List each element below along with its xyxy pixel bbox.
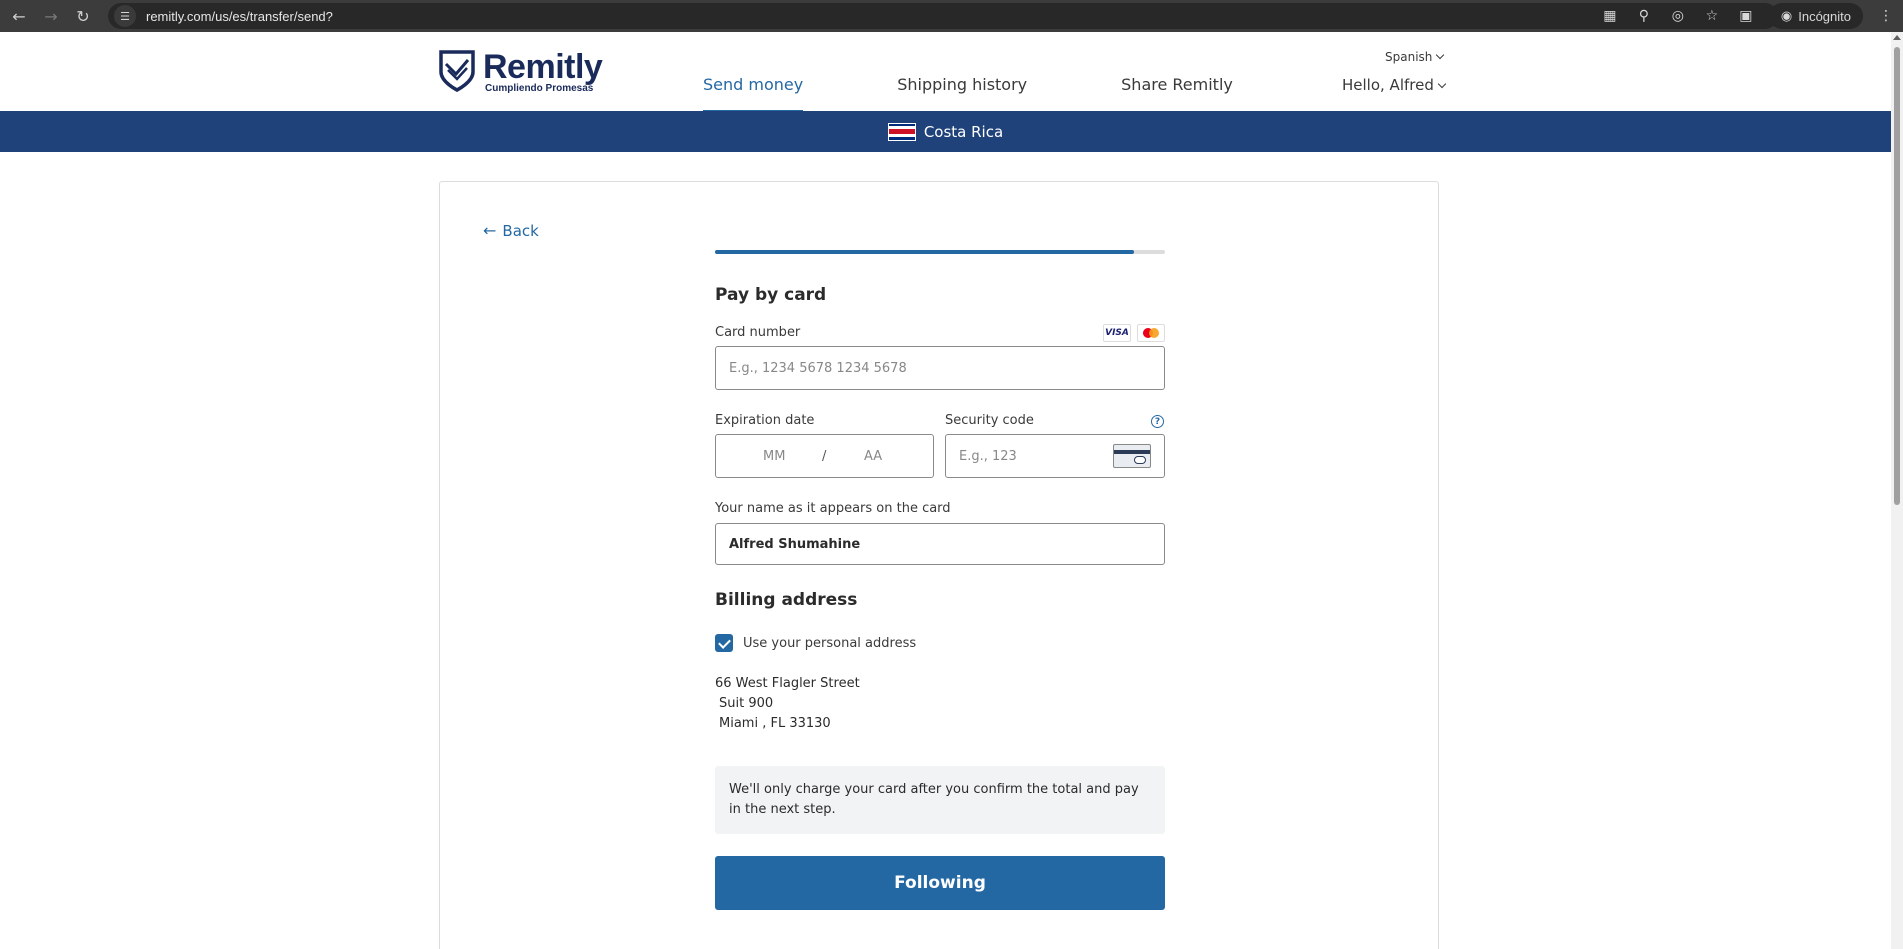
incognito-icon: ◉ <box>1780 8 1793 23</box>
charge-notice: We'll only charge your card after you co… <box>715 766 1165 834</box>
brand-tagline: Cumpliendo Promesas <box>485 83 594 94</box>
scroll-up-icon[interactable] <box>1893 35 1901 40</box>
card-number-label: Card number <box>715 325 801 340</box>
billing-address-title: Billing address <box>715 590 858 610</box>
chevron-down-icon <box>1437 79 1447 89</box>
cvv-card-icon <box>1113 444 1151 468</box>
incognito-badge[interactable]: ◉ Incógnito <box>1768 3 1863 29</box>
scrollbar-thumb[interactable] <box>1894 47 1900 505</box>
zoom-icon[interactable]: ⚲ <box>1633 5 1655 27</box>
address-bar[interactable]: ☰ remitly.com/us/es/transfer/send? <box>108 3 1778 29</box>
pay-by-card-form: Pay by card Card number VISA E.g., 1234 … <box>715 250 1165 910</box>
shield-logo-icon <box>439 50 475 92</box>
use-personal-address-row[interactable]: Use your personal address <box>715 634 916 652</box>
cardholder-name-label: Your name as it appears on the card <box>715 501 951 516</box>
mastercard-icon <box>1137 324 1165 342</box>
visa-icon: VISA <box>1103 324 1131 342</box>
brand-name: Remitly <box>483 48 603 86</box>
help-icon[interactable]: ? <box>1151 415 1164 428</box>
star-icon[interactable]: ☆ <box>1701 5 1723 27</box>
card-number-input[interactable]: E.g., 1234 5678 1234 5678 <box>715 346 1165 390</box>
exp-separator: / <box>822 448 827 464</box>
page-scrollbar[interactable] <box>1891 32 1903 949</box>
account-menu[interactable]: Hello, Alfred <box>1342 76 1447 94</box>
security-code-label: Security code <box>945 413 1034 428</box>
language-selector[interactable]: Spanish <box>1385 50 1445 64</box>
translate-icon[interactable]: ▦ <box>1599 5 1621 27</box>
following-button[interactable]: Following <box>715 856 1165 910</box>
site-settings-icon[interactable]: ☰ <box>114 5 136 27</box>
browser-toolbar: ← → ↻ ☰ remitly.com/us/es/transfer/send?… <box>0 0 1903 32</box>
country-banner[interactable]: Costa Rica <box>0 111 1891 152</box>
use-personal-address-label: Use your personal address <box>743 635 917 651</box>
back-arrow-icon[interactable]: ← <box>6 3 32 29</box>
security-code-input[interactable]: E.g., 123 <box>945 434 1165 478</box>
back-link[interactable]: ← Back <box>483 221 539 240</box>
nav-send-money[interactable]: Send money <box>703 75 804 114</box>
chevron-down-icon <box>1436 50 1445 60</box>
billing-address-text: 66 West Flagler Street Suit 900 Miami , … <box>715 676 860 731</box>
nav-shipping-history[interactable]: Shipping history <box>897 75 1027 106</box>
costa-rica-flag-icon <box>887 122 916 141</box>
url-text: remitly.com/us/es/transfer/send? <box>146 8 333 24</box>
eye-off-icon[interactable]: ◎ <box>1667 5 1689 27</box>
use-personal-address-checkbox[interactable] <box>715 634 733 652</box>
menu-kebab-icon[interactable]: ⋮ <box>1875 5 1897 27</box>
exp-year-placeholder: AA <box>864 448 883 464</box>
card-brand-logos: VISA <box>1103 324 1165 342</box>
tab-search-icon[interactable]: ▣ <box>1735 5 1757 27</box>
main-nav: Send money Shipping history Share Remitl… <box>703 75 1327 114</box>
form-title: Pay by card <box>715 285 827 305</box>
reload-icon[interactable]: ↻ <box>70 3 96 29</box>
exp-month-placeholder: MM <box>763 448 786 464</box>
country-name: Costa Rica <box>923 122 1004 141</box>
nav-share-remitly[interactable]: Share Remitly <box>1121 75 1233 106</box>
expiration-label: Expiration date <box>715 413 815 428</box>
remitly-logo[interactable]: Remitly Cumpliendo Promesas <box>439 48 603 94</box>
site-header: Remitly Cumpliendo Promesas Send money S… <box>0 32 1891 114</box>
arrow-left-icon: ← <box>483 221 497 240</box>
progress-bar <box>715 250 1165 254</box>
progress-fill <box>715 250 1134 254</box>
forward-arrow-icon[interactable]: → <box>38 3 64 29</box>
cardholder-name-input[interactable]: Alfred Shumahine <box>715 523 1165 565</box>
expiration-input[interactable]: MM / AA <box>715 434 934 478</box>
